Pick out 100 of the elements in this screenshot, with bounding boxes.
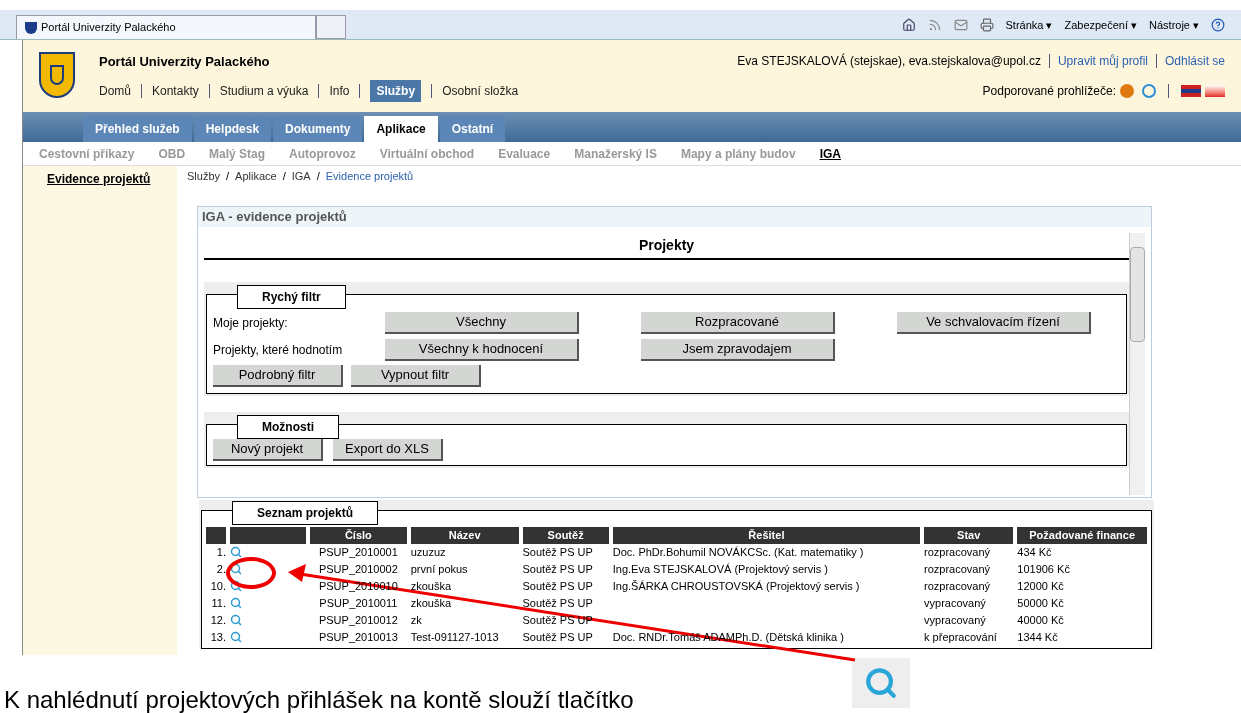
browser-logo-icon (1142, 84, 1156, 98)
nav-link[interactable]: Služby (370, 79, 422, 102)
table-header: Řešitel (612, 527, 921, 544)
view-icon[interactable] (230, 546, 242, 558)
user-info: Eva STEJSKALOVÁ (stejskae), eva.stejskalova@upol.cz (737, 52, 1041, 70)
subnav-link[interactable]: IGA (819, 144, 841, 163)
view-icon[interactable] (230, 614, 242, 626)
filter-label: Moje projekty: (213, 314, 289, 332)
tab[interactable]: Dokumenty (273, 116, 363, 142)
table-cell-text: PSUP_2010001 (317, 544, 399, 560)
filter-button[interactable]: Jsem zpravodajem (641, 338, 835, 361)
browser-menu[interactable]: Stránka (1005, 16, 1044, 34)
flag-icon[interactable] (1205, 85, 1225, 97)
table-cell-text: vypracovaný (924, 612, 987, 628)
breadcrumb-link[interactable]: Aplikace (235, 167, 277, 185)
section-heading: Projekty (204, 233, 1129, 260)
table-cell-text: Test-091127-1013 (410, 629, 500, 645)
table-cell-text: zkouška (410, 578, 453, 594)
header-link[interactable]: Odhlásit se (1164, 52, 1225, 70)
table-cell-text: Soutěž PS UP (522, 595, 594, 611)
home-icon[interactable] (901, 18, 916, 32)
nav-link[interactable]: Info (329, 81, 350, 100)
view-icon[interactable] (230, 597, 242, 609)
nav-link[interactable]: Studium a výuka (219, 81, 309, 100)
view-icon[interactable] (230, 631, 242, 643)
table-cell-text: PSUP_2010002 (317, 561, 399, 577)
breadcrumb-link[interactable]: Evidence projektů (325, 167, 414, 185)
nav-link[interactable]: Osobní složka (442, 81, 519, 100)
breadcrumb-separator: / (316, 168, 320, 184)
table-header: Číslo (310, 527, 407, 544)
table-cell-text: 434 Kč (1017, 544, 1053, 560)
filter-button[interactable]: Všechny k hodnocení (385, 338, 579, 361)
breadcrumb-link[interactable]: IGA (291, 167, 311, 185)
header-link[interactable]: Upravit můj profil (1057, 52, 1148, 70)
table-cell-text: 101906 Kč (1017, 561, 1071, 577)
filter-button[interactable]: Nový projekt (213, 439, 323, 461)
table-cell-text: Soutěž PS UP (522, 629, 594, 645)
table-cell-text: rozpracovaný (924, 561, 992, 577)
highlight-circle (226, 557, 276, 589)
table-cell-text: 1344 Kč (1017, 629, 1059, 645)
table-cell-text: první pokus (410, 561, 469, 577)
portal-title: Portál Univerzity Palackého (99, 53, 271, 71)
fieldset-legend: Možnosti (237, 415, 339, 439)
mail-icon[interactable] (953, 18, 968, 32)
table-header: Soutěž (522, 527, 609, 544)
table-cell-text: Ing.Eva STEJSKALOVÁ (Projektový servis ) (612, 561, 829, 577)
row-number: 12. (209, 612, 226, 628)
breadcrumb-separator: / (282, 168, 286, 184)
flag-icon[interactable] (1181, 85, 1201, 97)
table-cell-text: 40000 Kč (1017, 612, 1065, 628)
row-number: 11. (210, 595, 226, 611)
nav-link[interactable]: Kontakty (152, 81, 199, 100)
filter-button[interactable]: Export do XLS (333, 439, 443, 461)
table-header: Stav (924, 527, 1014, 544)
university-logo (39, 52, 75, 98)
table-cell-text: uzuzuz (410, 544, 447, 560)
panel-title: IGA - evidence projektů (198, 207, 1151, 227)
filter-button[interactable]: Ve schvalovacím řízení (897, 311, 1091, 334)
nav-link[interactable]: Domů (99, 81, 131, 100)
table-header: Název (410, 527, 519, 544)
browser-tab[interactable]: Portál Univerzity Palackého (16, 15, 316, 39)
scrollbar-thumb[interactable] (1130, 247, 1145, 342)
filter-label: Projekty, které hodnotím (213, 341, 344, 359)
table-header: Požadované finance (1017, 527, 1147, 544)
table-cell-text: Doc. RNDr.Tomáš ADAMPh.D. (Dětská klinika ) (612, 629, 845, 645)
browser-menu[interactable]: Zabezpečení (1064, 16, 1129, 34)
sidebar-link[interactable]: Evidence projektů (47, 172, 151, 186)
caret-icon: ▾ (1046, 16, 1053, 34)
scrollbar[interactable] (1129, 233, 1145, 495)
row-number: 2. (215, 561, 226, 577)
magnifier-button-icon (852, 658, 910, 708)
view-icon[interactable] (230, 580, 242, 592)
view-icon[interactable] (230, 563, 242, 575)
table-cell-text: PSUP_2010013 (317, 629, 399, 645)
caret-icon: ▾ (1131, 16, 1138, 34)
feed-icon[interactable] (927, 18, 942, 32)
breadcrumb-link[interactable]: Služby (187, 167, 221, 185)
table-cell-text: vypracovaný (924, 595, 987, 611)
caret-icon: ▾ (1193, 16, 1199, 34)
tab[interactable]: Ostatní (439, 116, 506, 142)
caption-text: K nahlédnutí projektových přihlášek na kontě slouží tlačítko (4, 686, 634, 713)
table-cell-text: Soutěž PS UP (522, 544, 594, 560)
filter-button[interactable]: Podrobný filtr (213, 365, 343, 387)
table-cell-text: Soutěž PS UP (522, 561, 594, 577)
new-tab-button[interactable] (316, 15, 346, 39)
printer-icon[interactable] (979, 18, 994, 32)
filter-button[interactable]: Rozpracované (641, 311, 835, 334)
tab[interactable]: Helpdesk (193, 116, 272, 142)
filter-button[interactable]: Vypnout filtr (351, 365, 481, 387)
help-icon[interactable] (1211, 18, 1225, 32)
tab[interactable]: Aplikace (364, 116, 438, 142)
browser-menu[interactable]: Nástroje (1149, 16, 1190, 34)
table-cell-text: rozpracovaný (924, 544, 992, 560)
tab[interactable]: Přehled služeb (83, 116, 192, 142)
shield-icon (25, 21, 37, 34)
browsers-label: Podporované prohlížeče: (982, 83, 1116, 100)
breadcrumb-separator: / (226, 168, 230, 184)
table-header (206, 527, 226, 544)
table-cell-text: Soutěž PS UP (522, 578, 594, 594)
filter-button[interactable]: Všechny (385, 311, 579, 334)
